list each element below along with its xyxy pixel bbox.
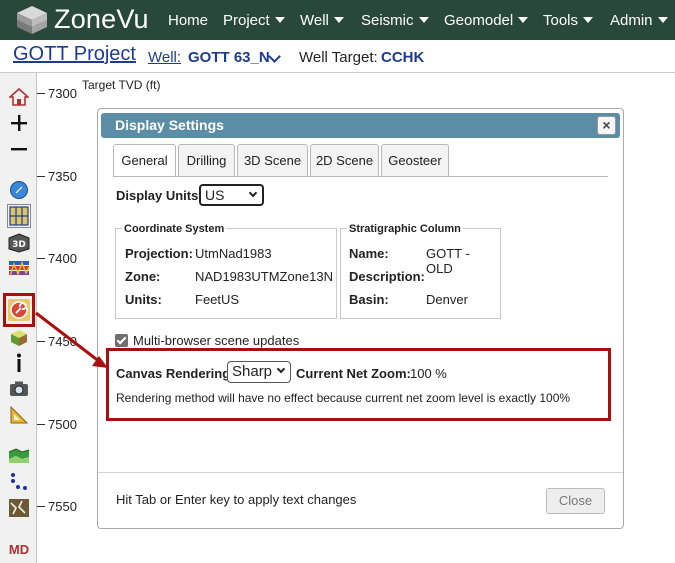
zonevu-logo-icon[interactable] (16, 5, 48, 35)
well-target-label: Well Target: (299, 49, 378, 66)
tab-divider (113, 176, 608, 177)
units-label: Units: (125, 292, 162, 307)
ruler-tick: 7450 (37, 334, 77, 349)
faults-icon (9, 499, 29, 517)
tab-drilling[interactable]: Drilling (178, 144, 235, 176)
stratigraphic-column-legend: Stratigraphic Column (347, 223, 463, 235)
measure-button[interactable] (8, 404, 30, 426)
zone-label: Zone: (125, 269, 161, 284)
display-units-select[interactable]: US (199, 184, 264, 206)
strat-basin-label: Basin: (349, 292, 389, 307)
strat-name-label: Name: (349, 246, 389, 261)
annotation-highlight-tool (3, 293, 35, 327)
top-navbar: ZoneVu Home Project Well Seismic Geomode… (0, 0, 675, 40)
ruler-tick: 7350 (37, 169, 77, 184)
zone-value: NAD1983UTMZone13N (195, 269, 334, 284)
surface-button[interactable] (8, 445, 30, 467)
coordinate-system-group: Coordinate System Projection: UtmNad1983… (115, 223, 337, 319)
chevron-down-icon (248, 188, 258, 198)
home-view-button[interactable] (8, 86, 30, 108)
caret-down-icon (583, 17, 594, 23)
cube-button[interactable] (8, 327, 30, 349)
md-label: MD (8, 542, 30, 557)
zoom-out-icon (11, 148, 27, 151)
multi-browser-label[interactable]: Multi-browser scene updates (133, 333, 299, 348)
nav-project[interactable]: Project (223, 12, 285, 29)
strat-basin-value: Denver (426, 292, 468, 307)
tab-general[interactable]: General (113, 144, 176, 177)
caret-down-icon (274, 17, 285, 23)
well-label-link[interactable]: Well: (148, 49, 181, 66)
nav-well[interactable]: Well (300, 12, 344, 29)
points-icon (11, 473, 27, 490)
ruler-icon (10, 405, 29, 424)
multi-browser-checkbox[interactable] (115, 334, 128, 347)
layers-button[interactable] (8, 258, 30, 280)
dialog-footer-divider (98, 472, 623, 473)
nav-geomodel[interactable]: Geomodel (444, 12, 529, 29)
projection-value: UtmNad1983 (195, 246, 272, 261)
caret-down-icon (657, 17, 668, 23)
project-header: GOTT Project Well: GOTT 63_N Well Target… (0, 40, 675, 73)
info-icon (17, 353, 21, 372)
apply-hint: Hit Tab or Enter key to apply text chang… (116, 492, 357, 507)
cube-icon (11, 330, 27, 346)
annotation-highlight-canvas-rendering (106, 348, 611, 421)
faults-button[interactable] (8, 497, 30, 519)
well-target-value: CCHK (381, 49, 425, 66)
grid-view-button[interactable] (7, 204, 31, 228)
camera-icon (10, 381, 28, 396)
ruler-tick: 7400 (37, 251, 77, 266)
tvd-ruler: 7300 7350 7400 7450 7500 7550 (37, 73, 97, 563)
zoom-in-icon (11, 115, 27, 131)
close-button[interactable]: Close (546, 488, 605, 514)
brand-name[interactable]: ZoneVu (54, 4, 149, 35)
coordinate-system-legend: Coordinate System (122, 223, 227, 235)
projection-label: Projection: (125, 246, 193, 261)
svg-text:3D: 3D (12, 240, 26, 250)
info-button[interactable] (8, 352, 30, 374)
nav-tools[interactable]: Tools (543, 12, 594, 29)
tab-3d-scene[interactable]: 3D Scene (237, 144, 308, 176)
display-units-label: Display Units: (116, 188, 203, 203)
strat-description-label: Description: (349, 269, 425, 284)
compass-icon (10, 181, 28, 199)
caret-down-icon (333, 17, 344, 23)
ruler-tick: 7500 (37, 417, 77, 432)
3d-view-button[interactable]: 3D (8, 232, 30, 254)
caret-down-icon (518, 17, 529, 23)
display-settings-dialog: Display Settings × General Drilling 3D S… (97, 108, 624, 529)
well-selector[interactable]: GOTT 63_N (188, 49, 270, 66)
nav-admin[interactable]: Admin (610, 12, 668, 29)
caret-down-icon (418, 17, 429, 23)
units-value: FeetUS (195, 292, 240, 307)
grid-icon (9, 206, 29, 226)
3d-view-icon: 3D (8, 233, 30, 253)
project-title-link[interactable]: GOTT Project (13, 43, 136, 66)
tab-geosteer[interactable]: Geosteer (381, 144, 449, 176)
zoom-in-button[interactable] (8, 112, 30, 134)
snapshot-button[interactable] (8, 378, 30, 400)
zoom-out-button[interactable] (8, 138, 30, 160)
dialog-title: Display Settings (115, 117, 224, 133)
stratigraphic-column-group: Stratigraphic Column Name: GOTT - OLD De… (340, 223, 501, 319)
layers-icon (9, 261, 30, 277)
home-icon (9, 87, 29, 106)
points-button[interactable] (8, 471, 30, 493)
ruler-tick: 7300 (37, 86, 77, 101)
ruler-title: Target TVD (ft) (82, 78, 161, 92)
md-button[interactable]: MD (8, 539, 30, 563)
chevron-down-icon[interactable] (268, 50, 281, 63)
nav-seismic[interactable]: Seismic (361, 12, 429, 29)
ruler-tick: 7550 (37, 499, 77, 514)
close-icon[interactable]: × (597, 116, 616, 135)
strat-name-value: GOTT - OLD (426, 246, 470, 276)
dialog-title-bar[interactable]: Display Settings × (101, 113, 620, 138)
surface-icon (8, 448, 30, 463)
tab-2d-scene[interactable]: 2D Scene (310, 144, 379, 176)
compass-button[interactable] (8, 179, 30, 201)
nav-home[interactable]: Home (168, 12, 208, 29)
